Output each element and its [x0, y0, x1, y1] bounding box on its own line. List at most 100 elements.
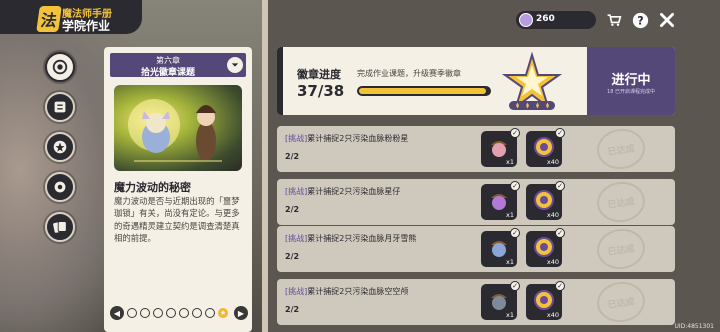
task-tag: [挑战]	[285, 134, 308, 143]
close-button[interactable]	[657, 10, 677, 30]
task-title: [挑战]累计捕捉2只污染血脉月牙雪熊	[285, 233, 416, 244]
gem-icon	[519, 13, 533, 27]
help-button[interactable]: ?	[630, 10, 650, 30]
chapter-header[interactable]: 第六章 拾光徽章课题	[110, 53, 246, 78]
chevron-down-icon	[231, 63, 239, 67]
pager-dot[interactable]	[205, 308, 215, 318]
task-row[interactable]: [挑战]累计捕捉2只污染血脉星仔 2/2 x1 ✓ x40 ✓ 已达成	[277, 178, 675, 226]
nav-target-button[interactable]	[45, 52, 75, 82]
svg-text:?: ?	[637, 14, 643, 27]
task-count: 2/2	[285, 152, 300, 161]
check-icon: ✓	[510, 181, 520, 191]
badge-progress-title: 徽章进度	[297, 68, 341, 81]
chapter-illustration	[114, 85, 242, 171]
gold-coin-item-icon	[534, 290, 554, 310]
reward-quantity: x40	[546, 258, 559, 266]
reward-quantity: x1	[506, 311, 514, 319]
help-icon: ?	[632, 12, 648, 28]
completed-stamp: 已达成	[594, 278, 648, 326]
gold-coin-item-icon	[534, 137, 554, 157]
pager-dot[interactable]	[127, 308, 137, 318]
side-nav	[0, 42, 100, 332]
progress-status-subtext: 18 已开启课程完成中	[607, 89, 655, 95]
nav-gear-button[interactable]	[45, 172, 75, 202]
task-tag: [挑战]	[285, 287, 308, 296]
reward-quantity: x40	[546, 158, 559, 166]
pager-star-dot[interactable]: ★	[218, 308, 228, 318]
story-body: 魔力波动是否与近期出现的「噩梦珈锁」有关，尚没有定论。与更多的奇遇精灵建立契约是…	[114, 196, 240, 244]
nav-scroll-button[interactable]	[45, 92, 75, 122]
task-count: 2/2	[285, 305, 300, 314]
task-row[interactable]: [挑战]累计捕捉2只污染血脉月牙雪熊 2/2 x1 ✓ x40 ✓ 已达成	[277, 225, 675, 273]
pager-dot[interactable]	[192, 308, 202, 318]
progress-status-panel[interactable]: 进行中 18 已开启课程完成中	[587, 47, 675, 115]
currency-display[interactable]: 260	[516, 11, 596, 29]
title-banner: 法 魔法师手册 学院作业	[0, 0, 142, 34]
pager-prev-button[interactable]: ◀	[110, 306, 124, 320]
page-title: 学院作业	[62, 19, 111, 33]
nav-badge-button[interactable]	[45, 132, 75, 162]
handbook-logo: 法	[36, 6, 62, 32]
task-count: 2/2	[285, 205, 300, 214]
reward-slot[interactable]: x1 ✓	[481, 181, 520, 220]
player-uid: UID:4851301	[674, 323, 714, 330]
task-text: 累计捕捉2只污染血脉空空颅	[307, 287, 409, 296]
reward-quantity: x1	[506, 211, 514, 219]
chapter-name: 拾光徽章课题	[140, 68, 195, 78]
chapter-card: 第六章 拾光徽章课题 魔力波动的秘密 魔力波动是否与近期出现的「噩梦珈锁」有关，…	[104, 47, 252, 332]
check-icon: ✓	[555, 128, 565, 138]
gold-coin-item-icon	[534, 237, 554, 257]
check-icon: ✓	[555, 228, 565, 238]
check-icon: ✓	[510, 281, 520, 291]
completed-stamp: 已达成	[594, 125, 648, 173]
pager-dot[interactable]	[153, 308, 163, 318]
chapter-dropdown-button[interactable]	[227, 57, 243, 73]
check-icon: ✓	[555, 281, 565, 291]
chapter-art-scene	[128, 99, 222, 162]
task-row[interactable]: [挑战]累计捕捉2只污染血脉空空颅 2/2 x1 ✓ x40 ✓ 已达成	[277, 278, 675, 326]
acorn-item-icon	[491, 241, 507, 257]
gold-coin-item-icon	[534, 190, 554, 210]
banner-accent-bar	[277, 47, 283, 115]
pager-dot[interactable]	[140, 308, 150, 318]
reward-quantity: x1	[506, 158, 514, 166]
task-text: 累计捕捉2只污染血脉月牙雪熊	[307, 234, 417, 243]
task-text: 累计捕捉2只污染血脉粉粉星	[307, 134, 409, 143]
reward-slot[interactable]: x1 ✓	[481, 281, 520, 320]
acorn-item-icon	[491, 141, 507, 157]
badge-progress-banner: 徽章进度 完成作业课题，升级赛季徽章 37/38 进行中 18 已开启课程完成中	[277, 47, 675, 115]
task-tag: [挑战]	[285, 234, 308, 243]
reward-slot[interactable]: x40 ✓	[526, 128, 565, 167]
completed-stamp: 已达成	[594, 178, 648, 226]
badge-progress-bar	[357, 86, 491, 96]
scroll-icon	[54, 101, 66, 113]
task-title: [挑战]累计捕捉2只污染血脉星仔	[285, 186, 400, 197]
pager-dot[interactable]	[166, 308, 176, 318]
close-icon	[660, 13, 674, 27]
season-badge-star-icon	[501, 51, 563, 110]
badge-progress-fill	[359, 88, 486, 94]
reward-slot[interactable]: x1 ✓	[481, 228, 520, 267]
reward-quantity: x1	[506, 258, 514, 266]
reward-slot[interactable]: x40 ✓	[526, 228, 565, 267]
pager-dot[interactable]	[179, 308, 189, 318]
task-title: [挑战]累计捕捉2只污染血脉粉粉星	[285, 133, 408, 144]
cards-icon	[53, 221, 67, 233]
nav-cards-button[interactable]	[45, 212, 75, 242]
completed-stamp: 已达成	[594, 225, 648, 273]
task-tag: [挑战]	[285, 187, 308, 196]
reward-slot[interactable]: x40 ✓	[526, 281, 565, 320]
target-icon	[52, 59, 68, 75]
chapter-pager: ◀ ★ ▶	[110, 305, 248, 321]
reward-slot[interactable]: x40 ✓	[526, 181, 565, 220]
reward-quantity: x40	[546, 311, 559, 319]
acorn-item-icon	[491, 194, 507, 210]
progress-status-text: 进行中	[611, 73, 651, 88]
shop-button[interactable]	[604, 10, 624, 30]
pager-next-button[interactable]: ▶	[234, 306, 248, 320]
gear-icon	[54, 181, 66, 193]
reward-slot[interactable]: x1 ✓	[481, 128, 520, 167]
check-icon: ✓	[510, 128, 520, 138]
acorn-item-icon	[491, 294, 507, 310]
task-row[interactable]: [挑战]累计捕捉2只污染血脉粉粉星 2/2 x1 ✓ x40 ✓ 已达成	[277, 125, 675, 173]
